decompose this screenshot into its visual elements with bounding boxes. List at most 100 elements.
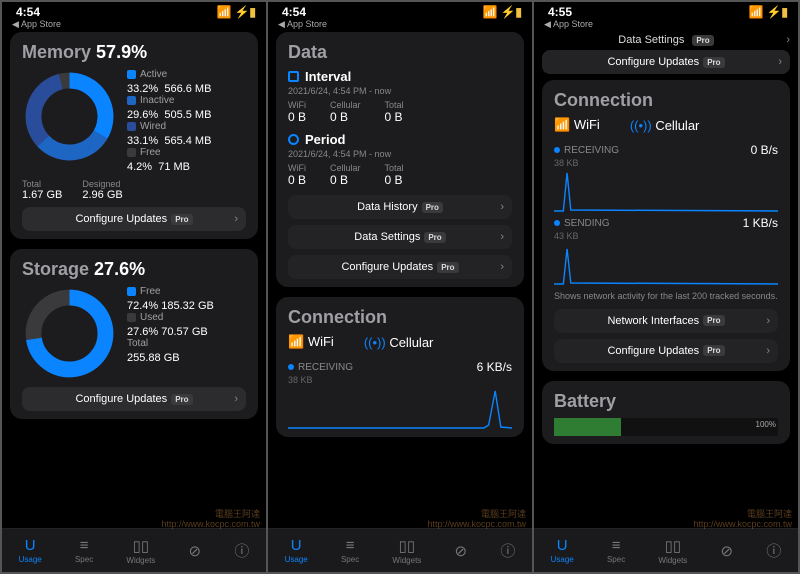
widgets-icon: ▯▯ [133, 537, 150, 555]
tab-bar: UUsage ≡Spec ▯▯Widgets ⊘ ⓘ [268, 528, 532, 572]
receiving-total: 38 KB [554, 158, 778, 168]
battery-icon: ⚡▮ [766, 5, 788, 19]
connection-card: Connection 📶 WiFi ((•)) Cellular RECEIVI… [542, 80, 790, 371]
status-bar: 4:54 📶 ⚡▮ [2, 2, 266, 19]
data-card: Data Interval 2021/6/24, 4:54 PM - now W… [276, 32, 524, 287]
receiving-total: 38 KB [288, 375, 512, 385]
down-arrow-icon [554, 147, 560, 153]
tab-spec[interactable]: ≡Spec [341, 537, 359, 564]
tab-usage[interactable]: UUsage [551, 537, 574, 564]
cellular-toggle[interactable]: ((•)) Cellular [364, 335, 434, 350]
period-section[interactable]: Period [288, 132, 512, 147]
status-icons: 📶 ⚡▮ [483, 5, 523, 19]
clock: 4:55 [548, 5, 572, 19]
connection-heading: Connection [554, 90, 778, 111]
battery-heading: Battery [554, 391, 778, 412]
period-timestamp: 2021/6/24, 4:54 PM - now [288, 149, 512, 159]
tab-spec[interactable]: ≡Spec [607, 537, 625, 564]
connection-heading: Connection [288, 307, 512, 328]
storage-donut [22, 286, 117, 381]
cellular-icon: ((•)) [364, 335, 386, 350]
tab-4[interactable]: ⊘ [189, 542, 202, 560]
status-bar: 4:54 📶 ⚡▮ [268, 2, 532, 19]
recv-sparkline [554, 170, 778, 212]
chevron-right-icon: › [234, 213, 238, 225]
tab-usage[interactable]: UUsage [285, 537, 308, 564]
receiving-row: RECEIVING 0 B/s [554, 143, 778, 157]
interval-values: WiFi0 B Cellular0 B Total0 B [288, 100, 512, 124]
back-to-appstore[interactable]: ◀ App Store [268, 19, 532, 32]
back-to-appstore[interactable]: ◀ App Store [534, 19, 798, 32]
connection-card: Connection 📶 WiFi ((•)) Cellular RECEIVI… [276, 297, 524, 437]
storage-title: Storage 27.6% [22, 259, 246, 280]
storage-legend: Free 72.4% 185.32 GB Used 27.6% 70.57 GB… [127, 286, 246, 381]
tab-5[interactable]: ⓘ [500, 540, 515, 561]
interval-timestamp: 2021/6/24, 4:54 PM - now [288, 86, 512, 96]
interval-section[interactable]: Interval [288, 69, 512, 84]
configure-updates-button[interactable]: Configure UpdatesPro› [288, 255, 512, 279]
phone-screen-2: 4:54 📶 ⚡▮ ◀ App Store Data Interval 2021… [268, 2, 532, 572]
sending-total: 43 KB [554, 231, 778, 241]
recv-sparkline [288, 387, 512, 429]
configure-updates-button[interactable]: Configure UpdatesPro› [542, 50, 790, 74]
up-arrow-icon [554, 220, 560, 226]
tab-usage[interactable]: UUsage [19, 537, 42, 564]
info-icon: ⓘ [234, 540, 249, 561]
configure-updates-button[interactable]: Configure UpdatesPro › [22, 387, 246, 411]
tab-bar: UUsage ≡Spec ▯▯Widgets ⊘ ⓘ [534, 528, 798, 572]
wifi-icon: 📶 [554, 117, 570, 132]
data-heading: Data [288, 42, 512, 63]
wifi-toggle[interactable]: 📶 WiFi [288, 334, 334, 350]
signal-icon: 📶 [217, 5, 232, 19]
tab-widgets[interactable]: ▯▯Widgets [126, 537, 155, 565]
send-sparkline [554, 243, 778, 285]
memory-donut [22, 69, 117, 164]
wifi-icon: 📶 [288, 334, 304, 349]
battery-icon: ⚡▮ [500, 5, 522, 19]
storage-card: Storage 27.6% Free 72.4% 185.32 GB Used … [10, 249, 258, 419]
down-arrow-icon [288, 364, 294, 370]
phone-screen-1: 4:54 📶 ⚡▮ ◀ App Store Memory 57.9% [2, 2, 266, 572]
sending-row: SENDING 1 KB/s [554, 216, 778, 230]
tab-widgets[interactable]: ▯▯Widgets [658, 537, 687, 565]
battery-icon: ⚡▮ [234, 5, 256, 19]
square-icon [288, 71, 299, 82]
battery-card: Battery 100% [542, 381, 790, 444]
data-settings-button[interactable]: Data SettingsPro› [288, 225, 512, 249]
receiving-row: RECEIVING 6 KB/s [288, 360, 512, 374]
spec-icon: ≡ [80, 537, 89, 554]
memory-card: Memory 57.9% Active 33.2% 566.6 MB Inact… [10, 32, 258, 239]
status-icons: 📶 ⚡▮ [217, 5, 257, 19]
configure-updates-button[interactable]: Configure UpdatesPro › [22, 207, 246, 231]
status-icons: 📶 ⚡▮ [749, 5, 789, 19]
connection-note: Shows network activity for the last 200 … [554, 291, 778, 303]
signal-icon: 📶 [483, 5, 498, 19]
top-title-row: Data SettingsPro › [534, 32, 798, 50]
tab-spec[interactable]: ≡Spec [75, 537, 93, 564]
chevron-right-icon: › [234, 393, 238, 405]
status-bar: 4:55 📶 ⚡▮ [534, 2, 798, 19]
cellular-toggle[interactable]: ((•)) Cellular [630, 118, 700, 133]
tab-bar: UUsage ≡Spec ▯▯Widgets ⊘ ⓘ [2, 528, 266, 572]
back-to-appstore[interactable]: ◀ App Store [2, 19, 266, 32]
tab-5[interactable]: ⓘ [766, 540, 781, 561]
configure-updates-button[interactable]: Configure UpdatesPro› [554, 339, 778, 363]
gauge-icon: ⊘ [189, 542, 202, 560]
tab-widgets[interactable]: ▯▯Widgets [392, 537, 421, 565]
clock: 4:54 [282, 5, 306, 19]
tab-5[interactable]: ⓘ [234, 540, 249, 561]
tab-4[interactable]: ⊘ [455, 542, 468, 560]
memory-title: Memory 57.9% [22, 42, 246, 63]
cellular-icon: ((•)) [630, 118, 652, 133]
data-history-button[interactable]: Data HistoryPro› [288, 195, 512, 219]
phone-screen-3: 4:55 📶 ⚡▮ ◀ App Store Data SettingsPro ›… [534, 2, 798, 572]
wifi-toggle[interactable]: 📶 WiFi [554, 117, 600, 133]
battery-chart: 100% [554, 418, 778, 436]
clock: 4:54 [16, 5, 40, 19]
period-values: WiFi0 B Cellular0 B Total0 B [288, 163, 512, 187]
usage-icon: U [25, 537, 36, 554]
network-interfaces-button[interactable]: Network InterfacesPro› [554, 309, 778, 333]
signal-icon: 📶 [749, 5, 764, 19]
memory-legend: Active 33.2% 566.6 MB Inactive 29.6% 505… [127, 69, 246, 173]
tab-4[interactable]: ⊘ [721, 542, 734, 560]
